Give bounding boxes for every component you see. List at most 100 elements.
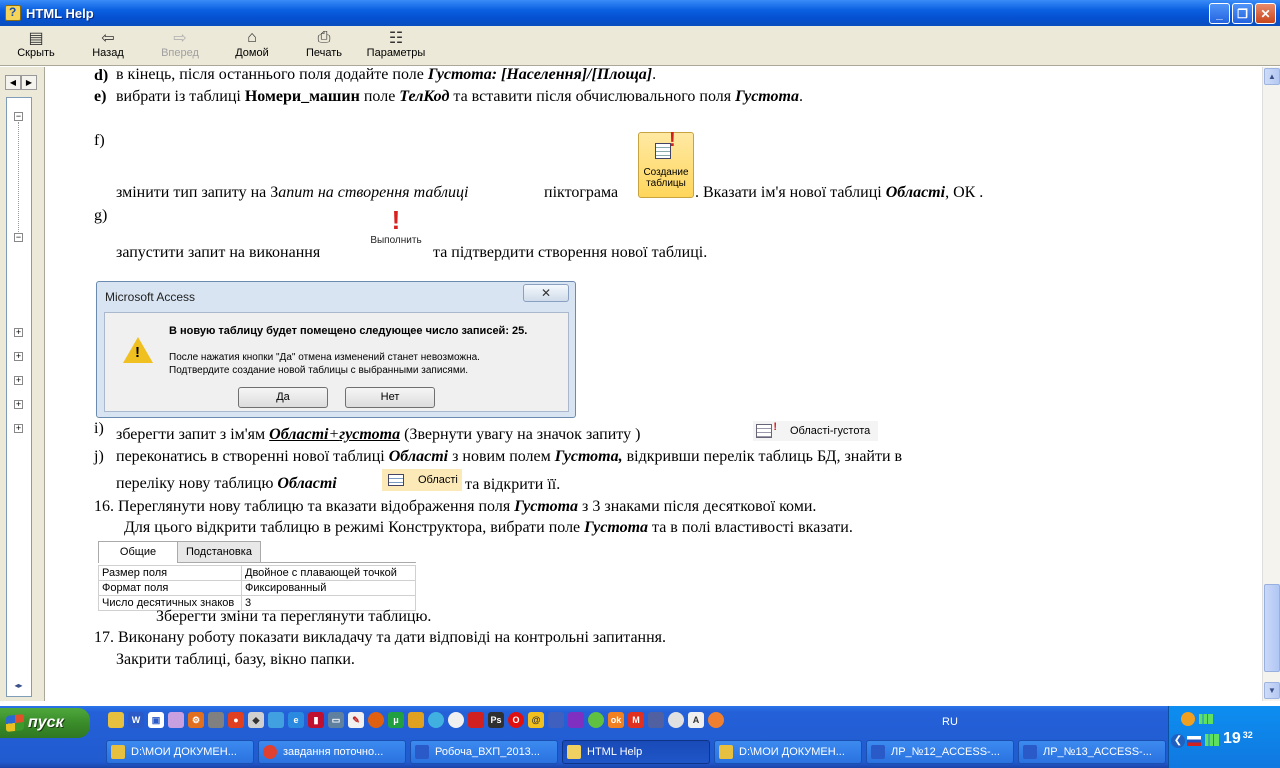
app-icon[interactable] <box>268 712 284 728</box>
app-icon[interactable] <box>568 712 584 728</box>
vertical-scrollbar[interactable]: ▲ ▼ <box>1262 67 1280 701</box>
arrow-left-icon: ⇦ <box>101 30 115 47</box>
table-row[interactable]: Формат поля Фиксированный <box>98 580 416 596</box>
hide-button[interactable]: ▤ Скрыть <box>0 26 72 66</box>
clock[interactable]: 19 32 <box>1223 730 1253 748</box>
tab-lookup[interactable]: Подстановка <box>177 541 261 562</box>
minimize-button[interactable]: _ <box>1209 3 1230 24</box>
folder-icon <box>111 745 125 759</box>
app-icon[interactable]: ▭ <box>328 712 344 728</box>
tab-general[interactable]: Общие <box>98 541 178 563</box>
make-table-icon <box>653 135 679 163</box>
firefox-icon[interactable] <box>368 712 384 728</box>
task-list: D:\МОИ ДОКУМЕН... завдання поточно... Ро… <box>106 740 1166 764</box>
app-icon[interactable]: M <box>628 712 644 728</box>
tray-app-icon[interactable] <box>1181 712 1195 726</box>
item-label: e) <box>94 88 107 105</box>
taskbar: пуск W ▣ ⚙ ● ◆ e ▮ ▭ ✎ μ Ps O @ ok M A R… <box>0 706 1280 768</box>
scroll-down-arrow[interactable]: ▼ <box>1264 682 1280 699</box>
home-button[interactable]: ⌂ Домой <box>216 26 288 66</box>
app-icon[interactable]: ✎ <box>348 712 364 728</box>
tree-expand-node[interactable]: + <box>14 352 23 361</box>
app-icon[interactable] <box>428 712 444 728</box>
nav-left-arrow[interactable]: ◀ <box>5 75 21 90</box>
folder-icon[interactable] <box>108 712 124 728</box>
app-icon[interactable] <box>408 712 424 728</box>
options-button[interactable]: ☷ Параметры <box>360 26 432 66</box>
scroll-thumb[interactable] <box>1264 584 1280 672</box>
app-icon[interactable]: ⚙ <box>188 712 204 728</box>
network-signal-icon[interactable] <box>1199 714 1213 724</box>
task-button[interactable]: ЛР_№12_ACCESS-... <box>866 740 1014 764</box>
app-icon[interactable]: @ <box>528 712 544 728</box>
tree-collapse-node[interactable]: − <box>14 112 23 121</box>
make-table-button[interactable]: Создание таблицы <box>638 132 694 198</box>
app-icon[interactable] <box>168 712 184 728</box>
saved-query-item[interactable]: Області-густота <box>753 421 878 441</box>
tree-collapse-node[interactable]: − <box>14 233 23 242</box>
task-button[interactable]: завдання поточно... <box>258 740 406 764</box>
step-j-line2: переліку нову таблицю Області <box>116 475 337 492</box>
task-button[interactable]: Робоча_ВХП_2013... <box>410 740 558 764</box>
utorrent-icon[interactable]: μ <box>388 712 404 728</box>
chrome-icon[interactable] <box>668 712 684 728</box>
print-button[interactable]: ⎙ Печать <box>288 26 360 66</box>
russian-flag-icon[interactable] <box>1187 736 1201 746</box>
language-indicator[interactable]: RU <box>942 716 958 728</box>
app-icon[interactable] <box>648 712 664 728</box>
dialog-title: Microsoft Access <box>105 290 196 304</box>
tree-scroll-icon[interactable]: ◂▸ <box>14 682 23 691</box>
navigation-pane: ◀ ▶ − − + + + + + ◂▸ <box>0 67 45 701</box>
scroll-up-arrow[interactable]: ▲ <box>1264 68 1280 85</box>
tree-expand-node[interactable]: + <box>14 328 23 337</box>
network-signal-icon[interactable] <box>1205 734 1219 746</box>
word-icon[interactable]: W <box>128 712 144 728</box>
step-17: 17. Виконану роботу показати викладачу т… <box>94 629 667 646</box>
dialog-details: После нажатия кнопки "Да" отмена изменен… <box>169 352 480 376</box>
app-icon[interactable]: ▮ <box>308 712 324 728</box>
photoshop-icon[interactable]: Ps <box>488 712 504 728</box>
app-icon[interactable] <box>448 712 464 728</box>
tree-expand-node[interactable]: + <box>14 376 23 385</box>
step-17-line2: Закрити таблиці, базу, вікно папки. <box>116 651 355 668</box>
run-icon: ! <box>391 205 401 235</box>
maximize-button[interactable]: ❐ <box>1232 3 1253 24</box>
no-button[interactable]: Нет <box>345 387 435 408</box>
contents-tree[interactable]: − − + + + + + ◂▸ <box>6 97 32 697</box>
start-button[interactable]: пуск <box>0 708 90 738</box>
app-icon[interactable]: A <box>688 712 704 728</box>
step-f: змінити тип запиту на Запит на створення… <box>116 184 469 201</box>
table-row[interactable]: Размер поля Двойное с плавающей точкой <box>98 565 416 581</box>
opera-icon[interactable]: O <box>508 712 524 728</box>
task-button[interactable]: D:\МОИ ДОКУМЕН... <box>714 740 862 764</box>
task-button[interactable]: HTML Help <box>562 740 710 764</box>
tree-expand-node[interactable]: + <box>14 424 23 433</box>
task-button[interactable]: ЛР_№13_ACCESS-... <box>1018 740 1166 764</box>
odnoklassniki-icon[interactable]: ok <box>608 712 624 728</box>
dialog-close-button[interactable]: ✕ <box>523 284 569 302</box>
forward-button[interactable]: ⇨ Вперед <box>144 26 216 66</box>
hide-pane-icon: ▤ <box>28 30 44 47</box>
close-button[interactable]: ✕ <box>1255 3 1276 24</box>
task-button[interactable]: D:\МОИ ДОКУМЕН... <box>106 740 254 764</box>
step-16-line2: Для цього відкрити таблицю в режимі Конс… <box>124 519 853 536</box>
nav-right-arrow[interactable]: ▶ <box>21 75 37 90</box>
tray-back-arrow-icon[interactable]: ❮ <box>1171 734 1185 748</box>
word-icon <box>1023 745 1037 759</box>
app-icon[interactable] <box>588 712 604 728</box>
back-button[interactable]: ⇦ Назад <box>72 26 144 66</box>
ie-icon[interactable]: e <box>288 712 304 728</box>
tree-expand-node[interactable]: + <box>14 400 23 409</box>
app-icon[interactable] <box>548 712 564 728</box>
app-icon[interactable]: ◆ <box>248 712 264 728</box>
app-icon[interactable] <box>708 712 724 728</box>
yes-button[interactable]: Да <box>238 387 328 408</box>
step-i: зберегти запит з ім'ям Області+густота (… <box>116 426 641 443</box>
step-g: запустити запит на виконання <box>116 244 321 261</box>
app-icon[interactable]: ▣ <box>148 712 164 728</box>
table-item[interactable]: Області <box>382 469 462 491</box>
app-icon[interactable] <box>208 712 224 728</box>
app-icon[interactable] <box>468 712 484 728</box>
run-button[interactable]: ! Выполнить <box>362 205 430 259</box>
app-icon[interactable]: ● <box>228 712 244 728</box>
